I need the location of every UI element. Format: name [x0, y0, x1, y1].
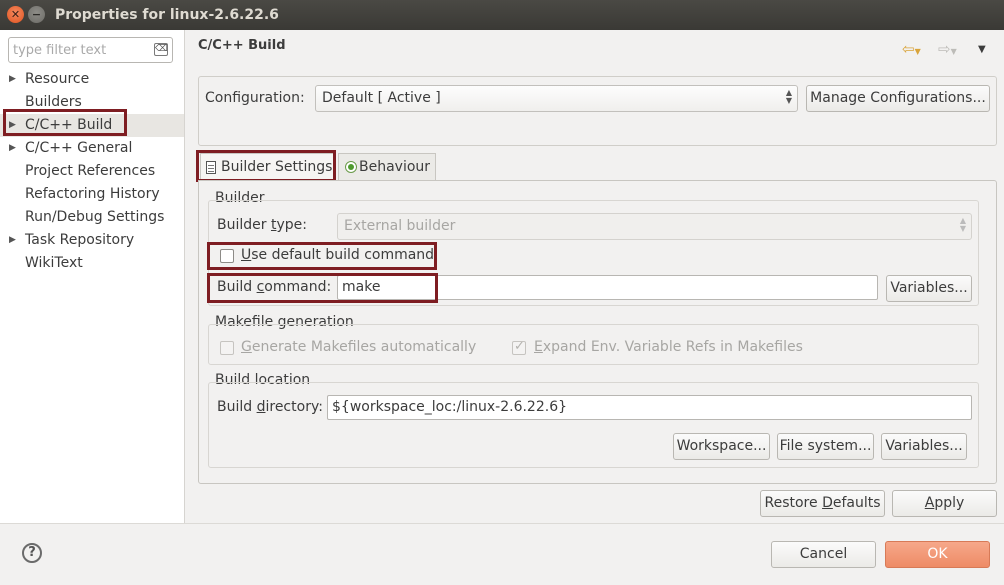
expand-env-variable-refs-checkbox[interactable] — [512, 339, 526, 355]
footer-separator — [0, 523, 1004, 524]
sidebar-item-project-references[interactable]: Project References — [0, 160, 184, 183]
ok-button[interactable]: OK — [885, 541, 990, 568]
build-directory-input[interactable]: ${workspace_loc:/linux-2.6.22.6} — [327, 395, 972, 420]
manage-configurations-button[interactable]: Manage Configurations... — [806, 85, 990, 112]
configuration-value: Default [ Active ] — [322, 90, 441, 106]
sidebar-item-task-repository[interactable]: ▶ Task Repository — [0, 229, 184, 252]
expand-arrow-icon[interactable]: ▶ — [9, 114, 16, 137]
sidebar-item-label: Project References — [25, 163, 156, 179]
sidebar: ⌫ ▶ Resource Builders ▶ C/C++ Build ▶ C/… — [0, 30, 185, 523]
expand-arrow-icon[interactable]: ▶ — [9, 68, 16, 91]
clear-filter-icon[interactable]: ⌫ — [154, 43, 168, 56]
sidebar-item-refactoring-history[interactable]: Refactoring History — [0, 183, 184, 206]
use-default-build-command-label[interactable]: Use default build command — [241, 247, 434, 263]
configuration-select[interactable]: Default [ Active ] ▲ ▼ — [315, 85, 798, 112]
tab-builder-settings[interactable]: Builder Settings — [200, 153, 334, 180]
builder-variables-button[interactable]: Variables... — [886, 275, 972, 302]
expand-arrow-icon[interactable]: ▶ — [9, 229, 16, 252]
location-variables-button[interactable]: Variables... — [881, 433, 967, 460]
sidebar-item-label: Builders — [25, 94, 82, 110]
configuration-label: Configuration: — [205, 90, 305, 106]
sidebar-item-label: Task Repository — [25, 232, 135, 248]
sidebar-item-resource[interactable]: ▶ Resource — [0, 68, 184, 91]
tab-label: Builder Settings — [221, 159, 333, 175]
tab-label: Behaviour — [359, 159, 431, 175]
view-menu-icon[interactable]: ▼ — [978, 44, 986, 55]
build-directory-label: Build directory: — [217, 399, 323, 415]
page-title: C/C++ Build — [198, 38, 286, 53]
spinner-arrows-icon: ▲ ▼ — [785, 88, 792, 105]
sidebar-item-cpp-build[interactable]: ▶ C/C++ Build — [0, 114, 184, 137]
filter-box: ⌫ — [8, 37, 173, 63]
generate-makefiles-label[interactable]: Generate Makefiles automatically — [241, 339, 476, 355]
back-arrow-icon[interactable]: ⇦▼ — [902, 40, 921, 58]
cancel-button[interactable]: Cancel — [771, 541, 876, 568]
sidebar-item-label: Run/Debug Settings — [25, 209, 165, 225]
sidebar-item-run-debug-settings[interactable]: Run/Debug Settings — [0, 206, 184, 229]
build-command-input[interactable]: make — [337, 275, 878, 300]
sidebar-item-cpp-general[interactable]: ▶ C/C++ General — [0, 137, 184, 160]
sidebar-item-wikitext[interactable]: WikiText — [0, 252, 184, 275]
workspace-button[interactable]: Workspace... — [673, 433, 770, 460]
sidebar-item-label: C/C++ Build — [25, 117, 113, 133]
apply-button[interactable]: Apply — [892, 490, 997, 517]
builder-type-select[interactable]: External builder ▲ ▼ — [337, 213, 972, 240]
filter-input[interactable] — [13, 40, 151, 60]
sidebar-item-builders[interactable]: Builders — [0, 91, 184, 114]
sidebar-item-label: WikiText — [25, 255, 83, 271]
document-icon — [206, 161, 216, 174]
property-tree: ▶ Resource Builders ▶ C/C++ Build ▶ C/C+… — [0, 68, 184, 275]
build-command-label: Build command: — [217, 279, 332, 295]
title-bar: ✕ − Properties for linux-2.6.22.6 — [0, 0, 1004, 30]
minimize-window-button[interactable]: − — [28, 6, 45, 23]
expand-env-variable-refs-label[interactable]: Expand Env. Variable Refs in Makefiles — [534, 339, 803, 355]
help-icon[interactable]: ? — [22, 543, 42, 563]
radio-target-icon — [345, 161, 357, 173]
sidebar-item-label: C/C++ General — [25, 140, 133, 156]
use-default-build-command-checkbox[interactable] — [220, 249, 234, 263]
generate-makefiles-checkbox[interactable] — [220, 341, 234, 355]
sidebar-item-label: Resource — [25, 71, 90, 87]
restore-defaults-button[interactable]: Restore Defaults — [760, 490, 885, 517]
builder-type-value: External builder — [344, 218, 456, 234]
sidebar-item-label: Refactoring History — [25, 186, 160, 202]
close-window-button[interactable]: ✕ — [7, 6, 24, 23]
tab-behaviour[interactable]: Behaviour — [338, 153, 436, 180]
window-title: Properties for linux-2.6.22.6 — [55, 7, 279, 23]
file-system-button[interactable]: File system... — [777, 433, 874, 460]
forward-arrow-icon[interactable]: ⇨▼ — [938, 40, 957, 58]
builder-type-label: Builder type: — [217, 217, 307, 233]
expand-arrow-icon[interactable]: ▶ — [9, 137, 16, 160]
spinner-arrows-icon: ▲ ▼ — [959, 216, 966, 233]
